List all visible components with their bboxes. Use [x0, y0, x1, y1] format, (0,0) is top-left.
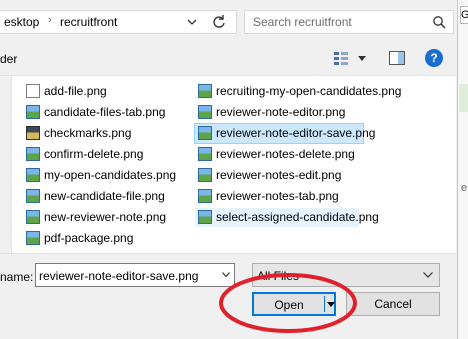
navigation-pane[interactable]	[0, 76, 12, 253]
file-name: my-open-candidates.png	[44, 168, 177, 182]
file-name: pdf-package.png	[44, 231, 134, 245]
list-item-hover[interactable]: select-assigned-candidate.png	[195, 208, 379, 227]
image-icon	[26, 105, 40, 119]
file-name: reviewer-notes-delete.png	[216, 147, 355, 161]
cancel-button[interactable]: Cancel	[346, 292, 440, 316]
background-window-edge: G e	[457, 0, 468, 339]
address-row: esktop › recruitfront Search recruitfron…	[0, 10, 457, 34]
file-name: new-candidate-file.png	[44, 189, 165, 203]
chevron-down-icon[interactable]	[423, 272, 433, 278]
help-button[interactable]: ?	[425, 49, 443, 67]
chevron-down-icon[interactable]	[222, 272, 230, 278]
view-options-icon[interactable]	[333, 51, 349, 67]
file-name: reviewer-notes-edit.png	[216, 168, 342, 182]
search-input[interactable]: Search recruitfront	[253, 15, 352, 29]
file-name-field[interactable]: reviewer-note-editor-save.png	[35, 263, 235, 287]
list-item[interactable]: recruiting-my-open-candidates.png	[195, 82, 417, 101]
image-icon	[198, 126, 212, 140]
chevron-down-icon[interactable]	[185, 15, 199, 29]
file-name: recruiting-my-open-candidates.png	[216, 84, 402, 98]
image-icon	[26, 231, 40, 245]
open-options-dropdown-icon[interactable]	[327, 302, 335, 308]
file-type-value: All Files	[257, 269, 300, 283]
list-item-selected[interactable]: reviewer-note-editor-save.png	[194, 123, 375, 144]
file-name: checkmarks.png	[44, 126, 132, 140]
image-icon	[26, 210, 40, 224]
file-name-label: name:	[0, 270, 34, 284]
image-icon	[198, 168, 212, 182]
search-icon[interactable]	[432, 15, 446, 29]
file-name: select-assigned-candidate.png	[216, 210, 379, 224]
image-icon	[26, 126, 40, 140]
refresh-icon[interactable]	[210, 13, 228, 31]
toolbar: der ?	[0, 44, 457, 74]
open-button[interactable]: Open	[252, 292, 336, 316]
background-window-label: G	[460, 6, 468, 24]
file-name: new-reviewer-note.png	[44, 210, 167, 224]
view-dropdown-icon[interactable]	[358, 56, 366, 62]
image-icon	[26, 147, 40, 161]
breadcrumb-desktop[interactable]: esktop	[4, 15, 39, 29]
new-folder-button[interactable]: der	[0, 52, 17, 66]
preview-pane-icon[interactable]	[389, 51, 405, 65]
file-type-select[interactable]: All Files	[252, 263, 440, 287]
file-name: reviewer-note-editor.png	[216, 105, 346, 119]
breadcrumb-separator[interactable]: ›	[48, 14, 52, 26]
image-icon	[198, 189, 212, 203]
search-box[interactable]: Search recruitfront	[244, 10, 454, 34]
image-icon	[198, 84, 212, 98]
file-name: candidate-files-tab.png	[44, 105, 166, 119]
image-icon	[26, 189, 40, 203]
image-icon	[26, 168, 40, 182]
file-name: reviewer-note-editor-save.png	[216, 126, 376, 140]
background-highlight	[459, 84, 468, 112]
file-open-dialog: esktop › recruitfront Search recruitfron…	[0, 0, 457, 339]
image-icon	[198, 147, 212, 161]
file-name: reviewer-notes-tab.png	[216, 189, 339, 203]
file-name: confirm-delete.png	[44, 147, 144, 161]
breadcrumb-recruitfront[interactable]: recruitfront	[60, 15, 117, 29]
image-icon	[198, 105, 212, 119]
file-name-value[interactable]: reviewer-note-editor-save.png	[39, 269, 198, 283]
address-bar[interactable]: esktop › recruitfront	[0, 10, 237, 34]
file-icon	[26, 84, 40, 98]
file-name: add-file.png	[44, 84, 107, 98]
file-list[interactable]: add-file.png candidate-files-tab.png che…	[0, 75, 456, 254]
background-text: e	[461, 182, 468, 194]
split-divider	[324, 296, 325, 312]
open-button-label[interactable]: Open	[254, 298, 324, 312]
image-icon	[198, 210, 212, 224]
